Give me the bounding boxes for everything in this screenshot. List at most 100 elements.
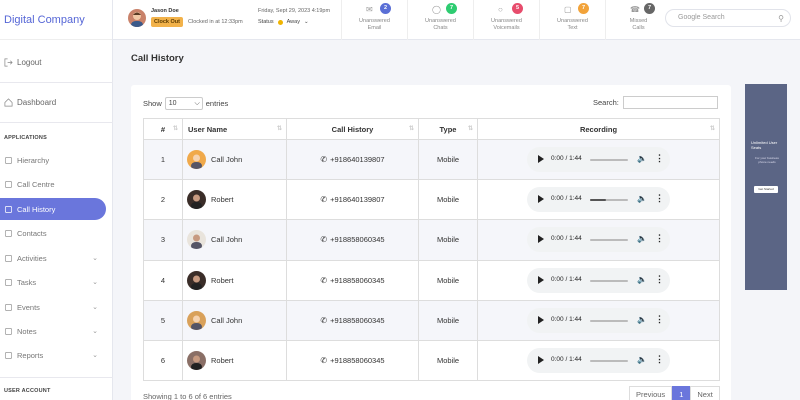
call-history-card: Show 10 ⌵ entries Search: # ⇅ User Name ⇅ C…	[131, 85, 731, 400]
play-icon[interactable]	[538, 195, 544, 204]
more-options-icon[interactable]: ⋮	[655, 274, 664, 285]
brand-logo[interactable]: Digital Company	[0, 0, 112, 40]
play-icon[interactable]	[538, 155, 544, 164]
mail-icon: ✉	[366, 5, 373, 14]
play-icon[interactable]	[538, 235, 544, 244]
volume-icon[interactable]: 🔈	[637, 355, 647, 364]
phone-number[interactable]: +918858060345	[330, 316, 384, 325]
ad-headline: Unlimited User Seats	[751, 140, 778, 150]
clock-out-button[interactable]: Clock Out	[151, 17, 183, 27]
sidebar-item-call-history[interactable]: Call History	[0, 198, 106, 220]
table-row: 3 Call John ✆ +918858060345 Mobile 0:00 /…	[143, 219, 720, 261]
volume-icon[interactable]: 🔈	[637, 194, 647, 203]
search-icon[interactable]: ⚲	[778, 11, 784, 27]
sidebar-item-events[interactable]: Events ⌄	[0, 296, 106, 318]
user-name[interactable]: Robert	[211, 276, 234, 285]
sidebar-item-label: Notes	[17, 326, 37, 336]
column-header-number[interactable]: # ⇅	[143, 118, 183, 140]
ad-cta-button[interactable]: Get Started	[754, 186, 778, 193]
avatar	[187, 351, 206, 371]
audio-progress-bar[interactable]	[590, 319, 628, 322]
play-icon[interactable]	[538, 275, 544, 284]
logout-link[interactable]: Logout	[4, 58, 41, 67]
previous-page-button[interactable]: Previous	[629, 386, 673, 400]
volume-icon[interactable]: 🔈	[637, 154, 647, 163]
call-history-cell: ✆ +918858060345	[286, 219, 419, 261]
audio-player[interactable]: 0:00 / 1:44 🔈 ⋮	[527, 147, 670, 173]
phone-number[interactable]: +918858060345	[330, 356, 384, 365]
more-options-icon[interactable]: ⋮	[655, 193, 664, 204]
notification-calls[interactable]: ☎ 7 Missed Calls	[605, 0, 671, 40]
sidebar-item-tasks[interactable]: Tasks ⌄	[0, 271, 106, 293]
user-name[interactable]: Call John	[211, 316, 242, 325]
audio-progress-bar[interactable]	[590, 199, 628, 202]
home-icon	[4, 98, 13, 107]
user-name[interactable]: Robert	[211, 195, 234, 204]
notification-label-line1: Unanswered	[491, 18, 522, 24]
table-search-input[interactable]	[623, 96, 718, 109]
sidebar-item-contacts[interactable]: Contacts	[0, 222, 106, 244]
row-number: 2	[143, 179, 183, 221]
notification-voicemails[interactable]: ○ 5 Unanswered Voicemails	[473, 0, 539, 40]
user-name[interactable]: Robert	[211, 356, 234, 365]
chevron-down-icon: ⌄	[92, 279, 98, 286]
entries-value: 10	[168, 100, 177, 107]
user-avatar[interactable]	[128, 9, 146, 27]
google-search-input[interactable]: Google Search ⚲	[665, 9, 791, 27]
sidebar-item-reports[interactable]: Reports ⌄	[0, 344, 106, 366]
page-1-button[interactable]: 1	[672, 386, 691, 400]
audio-player[interactable]: 0:00 / 1:44 🔈 ⋮	[527, 187, 670, 213]
more-options-icon[interactable]: ⋮	[655, 153, 664, 164]
notification-text[interactable]: ▢ 7 Unanswered Text	[539, 0, 605, 40]
audio-time: 0:00 / 1:44	[551, 275, 582, 283]
row-number: 1	[143, 138, 183, 181]
sidebar-item-activities[interactable]: Activities ⌄	[0, 247, 106, 269]
more-options-icon[interactable]: ⋮	[655, 233, 664, 244]
audio-player[interactable]: 0:00 / 1:44 🔈 ⋮	[527, 348, 670, 374]
phone-number[interactable]: +918858060345	[330, 276, 384, 285]
user-cell: Robert	[182, 339, 287, 382]
notification-email[interactable]: ✉ 2 Unanswered Email	[341, 0, 407, 40]
play-icon[interactable]	[538, 315, 544, 324]
advertisement-banner[interactable]: Unlimited User Seats For your business p…	[745, 84, 787, 290]
more-options-icon[interactable]: ⋮	[655, 354, 664, 365]
sidebar-item-call-centre[interactable]: Call Centre	[0, 173, 106, 195]
sidebar-item-dashboard[interactable]: Dashboard	[4, 98, 56, 107]
user-name[interactable]: Call John	[211, 235, 242, 244]
entries-select[interactable]: 10 ⌵	[164, 97, 203, 110]
next-page-button[interactable]: Next	[690, 386, 720, 400]
sidebar-item-hierarchy[interactable]: Hierarchy	[0, 149, 106, 171]
column-header-type[interactable]: Type ⇅	[418, 118, 478, 140]
more-options-icon[interactable]: ⋮	[655, 314, 664, 325]
phone-number[interactable]: +918640139807	[330, 195, 384, 204]
volume-icon[interactable]: 🔈	[637, 275, 647, 284]
audio-player[interactable]: 0:00 / 1:44 🔈 ⋮	[527, 227, 670, 253]
headset-icon	[4, 180, 13, 188]
play-icon[interactable]	[538, 356, 544, 365]
audio-player[interactable]: 0:00 / 1:44 🔈 ⋮	[527, 267, 670, 293]
audio-progress-bar[interactable]	[590, 239, 628, 242]
notification-label-line2: Calls	[632, 25, 645, 31]
phone-number[interactable]: +918640139807	[330, 155, 384, 164]
sort-icon: ⇅	[709, 126, 715, 132]
sidebar-item-label: Activities	[17, 253, 47, 263]
audio-progress-bar[interactable]	[590, 360, 628, 363]
audio-progress-bar[interactable]	[590, 279, 628, 282]
sort-icon: ⇅	[408, 126, 414, 132]
audio-progress-bar[interactable]	[590, 159, 628, 162]
sidebar-item-notes[interactable]: Notes ⌄	[0, 320, 106, 342]
column-header-user-name[interactable]: User Name ⇅	[182, 118, 287, 140]
column-header-recording[interactable]: Recording ⇅	[477, 118, 720, 140]
volume-icon[interactable]: 🔈	[637, 234, 647, 243]
page-title: Call History	[131, 53, 184, 64]
phone-number[interactable]: +918858060345	[330, 235, 384, 244]
call-history-cell: ✆ +918640139807	[286, 138, 419, 181]
user-cell: Robert	[182, 259, 287, 301]
notification-chats[interactable]: ◯ 7 Unanswered Chats	[407, 0, 473, 40]
contacts-icon	[4, 229, 13, 237]
audio-player[interactable]: 0:00 / 1:44 🔈 ⋮	[527, 307, 670, 333]
status-selector[interactable]: Status Away ⌄	[258, 19, 309, 25]
volume-icon[interactable]: 🔈	[637, 315, 647, 324]
column-header-call-history[interactable]: Call History ⇅	[286, 118, 419, 140]
user-name[interactable]: Call John	[211, 155, 242, 164]
